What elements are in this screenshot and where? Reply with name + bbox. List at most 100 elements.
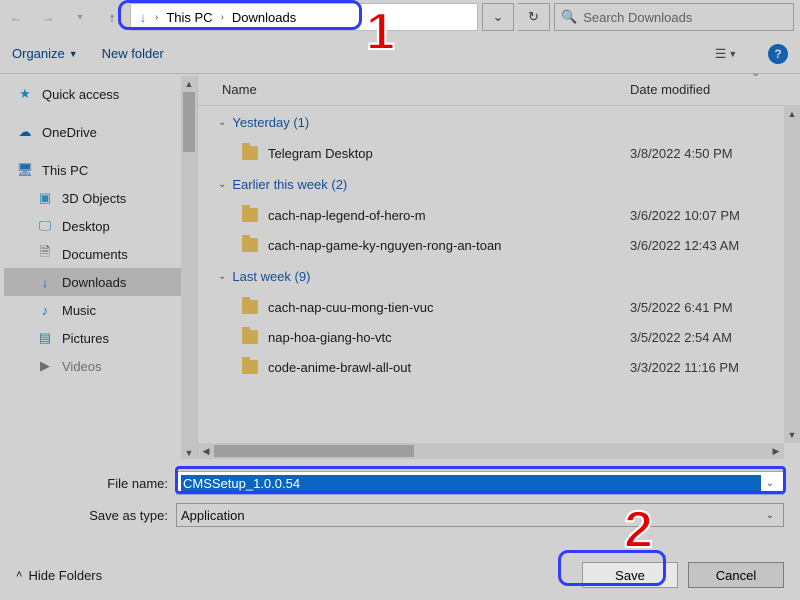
list-item[interactable]: Telegram Desktop 3/8/2022 4:50 PM [198,138,800,168]
group-label: Last week (9) [232,269,310,284]
scroll-down-icon[interactable]: ▼ [181,445,197,459]
cancel-button[interactable]: Cancel [688,562,784,588]
file-name: cach-nap-legend-of-hero-m [268,208,630,223]
file-name: code-anime-brawl-all-out [268,360,630,375]
breadcrumb-downloads[interactable]: Downloads [228,4,300,30]
sidebar-item-desktop[interactable]: 🖵 Desktop [4,212,197,240]
sidebar-item-music[interactable]: ♪ Music [4,296,197,324]
folder-icon [242,360,258,374]
sidebar-item-label: OneDrive [42,125,97,140]
star-icon: ★ [16,85,34,103]
back-button[interactable]: ← [2,3,30,31]
save-button[interactable]: Save [582,562,678,588]
sidebar-item-label: Quick access [42,87,119,102]
forward-button[interactable]: → [34,3,62,31]
sidebar-item-pictures[interactable]: ▤ Pictures [4,324,197,352]
group-label: Yesterday (1) [232,115,309,130]
dialog-footer: ˄ Hide Folders Save Cancel [0,550,800,600]
folder-icon [242,146,258,160]
scroll-up-icon[interactable]: ▲ [784,106,800,122]
scroll-thumb[interactable] [214,445,414,457]
recent-locations-button[interactable]: ▾ [66,3,94,31]
save-as-type-select[interactable]: Application ⌄ [176,503,784,527]
column-name-header[interactable]: Name [222,82,630,97]
folder-icon [242,238,258,252]
hide-folders-label: Hide Folders [28,568,102,583]
sort-indicator-icon: ⌄ [752,68,760,79]
group-header-earlier-this-week[interactable]: ⌄ Earlier this week (2) [198,168,800,200]
filename-label: File name: [16,476,176,491]
file-date: 3/3/2022 11:16 PM [630,360,800,375]
group-header-yesterday[interactable]: ⌄ Yesterday (1) [198,106,800,138]
list-item[interactable]: cach-nap-game-ky-nguyen-rong-an-toan 3/6… [198,230,800,260]
horizontal-scrollbar[interactable]: ◀ ▶ [198,443,784,459]
scroll-down-icon[interactable]: ▼ [784,427,800,443]
document-icon: 🗎 [36,245,54,263]
sidebar-item-downloads[interactable]: ↓ Downloads [4,268,197,296]
search-placeholder: Search Downloads [583,10,692,25]
file-list-pane: Name ⌄ Date modified ⌄ Yesterday (1) Tel… [198,74,800,459]
save-as-type-value: Application [181,508,761,523]
help-button[interactable]: ? [768,44,788,64]
video-icon: ▶ [36,357,54,375]
view-options-button[interactable]: ☰ ▼ [708,42,744,66]
column-headers: Name ⌄ Date modified [198,74,800,106]
cancel-button-label: Cancel [716,568,756,583]
vertical-scrollbar[interactable]: ▲ ▼ [784,106,800,443]
sidebar-item-documents[interactable]: 🗎 Documents [4,240,197,268]
list-item[interactable]: nap-hoa-giang-ho-vtc 3/5/2022 2:54 AM [198,322,800,352]
organize-menu[interactable]: Organize ▼ [12,46,78,61]
sidebar-item-label: Videos [62,359,102,374]
file-name: nap-hoa-giang-ho-vtc [268,330,630,345]
file-date: 3/8/2022 4:50 PM [630,146,800,161]
breadcrumb-this-pc[interactable]: This PC [162,4,216,30]
chevron-up-icon: ˄ [16,569,22,581]
list-item[interactable]: cach-nap-cuu-mong-tien-vuc 3/5/2022 6:41… [198,292,800,322]
column-date-label: Date modified [630,82,710,97]
filename-input[interactable]: CMSSetup_1.0.0.54 ⌄ [176,471,784,495]
sidebar-item-label: Music [62,303,96,318]
up-button[interactable]: ↑ [98,3,126,31]
hide-folders-toggle[interactable]: ˄ Hide Folders [16,568,102,583]
file-name: cach-nap-game-ky-nguyen-rong-an-toan [268,238,630,253]
file-list-body: ⌄ Yesterday (1) Telegram Desktop 3/8/202… [198,106,800,459]
refresh-button[interactable]: ↻ [518,3,550,31]
list-item[interactable]: code-anime-brawl-all-out 3/3/2022 11:16 … [198,352,800,382]
filename-value: CMSSetup_1.0.0.54 [181,475,761,492]
sidebar-item-label: Downloads [62,275,126,290]
sidebar-item-this-pc[interactable]: 🖥 This PC [4,156,197,184]
sidebar-item-label: Desktop [62,219,110,234]
organize-label: Organize [12,46,65,61]
address-history-button[interactable]: ⌄ [482,3,514,31]
save-as-type-label: Save as type: [16,508,176,523]
group-label: Earlier this week (2) [232,177,347,192]
sidebar-item-videos[interactable]: ▶ Videos [4,352,197,380]
sidebar-item-onedrive[interactable]: ☁ OneDrive [4,118,197,146]
column-date-header[interactable]: ⌄ Date modified [630,82,800,97]
scroll-up-icon[interactable]: ▲ [181,76,197,92]
scroll-thumb[interactable] [183,92,195,152]
new-folder-label: New folder [102,46,164,61]
chevron-right-icon: › [151,4,162,30]
sidebar-scrollbar[interactable]: ▲ ▼ [181,76,197,459]
breadcrumb[interactable]: ↓ › This PC › Downloads [130,3,478,31]
sidebar-item-3d-objects[interactable]: ▣ 3D Objects [4,184,197,212]
toolbar: Organize ▼ New folder ☰ ▼ ? [0,34,800,74]
sidebar-item-quick-access[interactable]: ★ Quick access [4,80,197,108]
search-input[interactable]: 🔍 Search Downloads [554,3,794,31]
chevron-down-icon[interactable]: ⌄ [761,478,779,489]
chevron-down-icon[interactable]: ⌄ [761,510,779,521]
address-bar-row: ← → ▾ ↑ ↓ › This PC › Downloads ⌄ ↻ 🔍 Se… [0,0,800,34]
sidebar-item-label: This PC [42,163,88,178]
sidebar-item-label: Documents [62,247,128,262]
main-content: ★ Quick access ☁ OneDrive 🖥 This PC ▣ 3D… [0,74,800,459]
scroll-right-icon[interactable]: ▶ [768,443,784,459]
scroll-left-icon[interactable]: ◀ [198,443,214,459]
chevron-right-icon: › [217,4,228,30]
chevron-down-icon: ⌄ [218,271,226,282]
group-header-last-week[interactable]: ⌄ Last week (9) [198,260,800,292]
new-folder-button[interactable]: New folder [102,46,164,61]
picture-icon: ▤ [36,329,54,347]
folder-icon [242,300,258,314]
list-item[interactable]: cach-nap-legend-of-hero-m 3/6/2022 10:07… [198,200,800,230]
